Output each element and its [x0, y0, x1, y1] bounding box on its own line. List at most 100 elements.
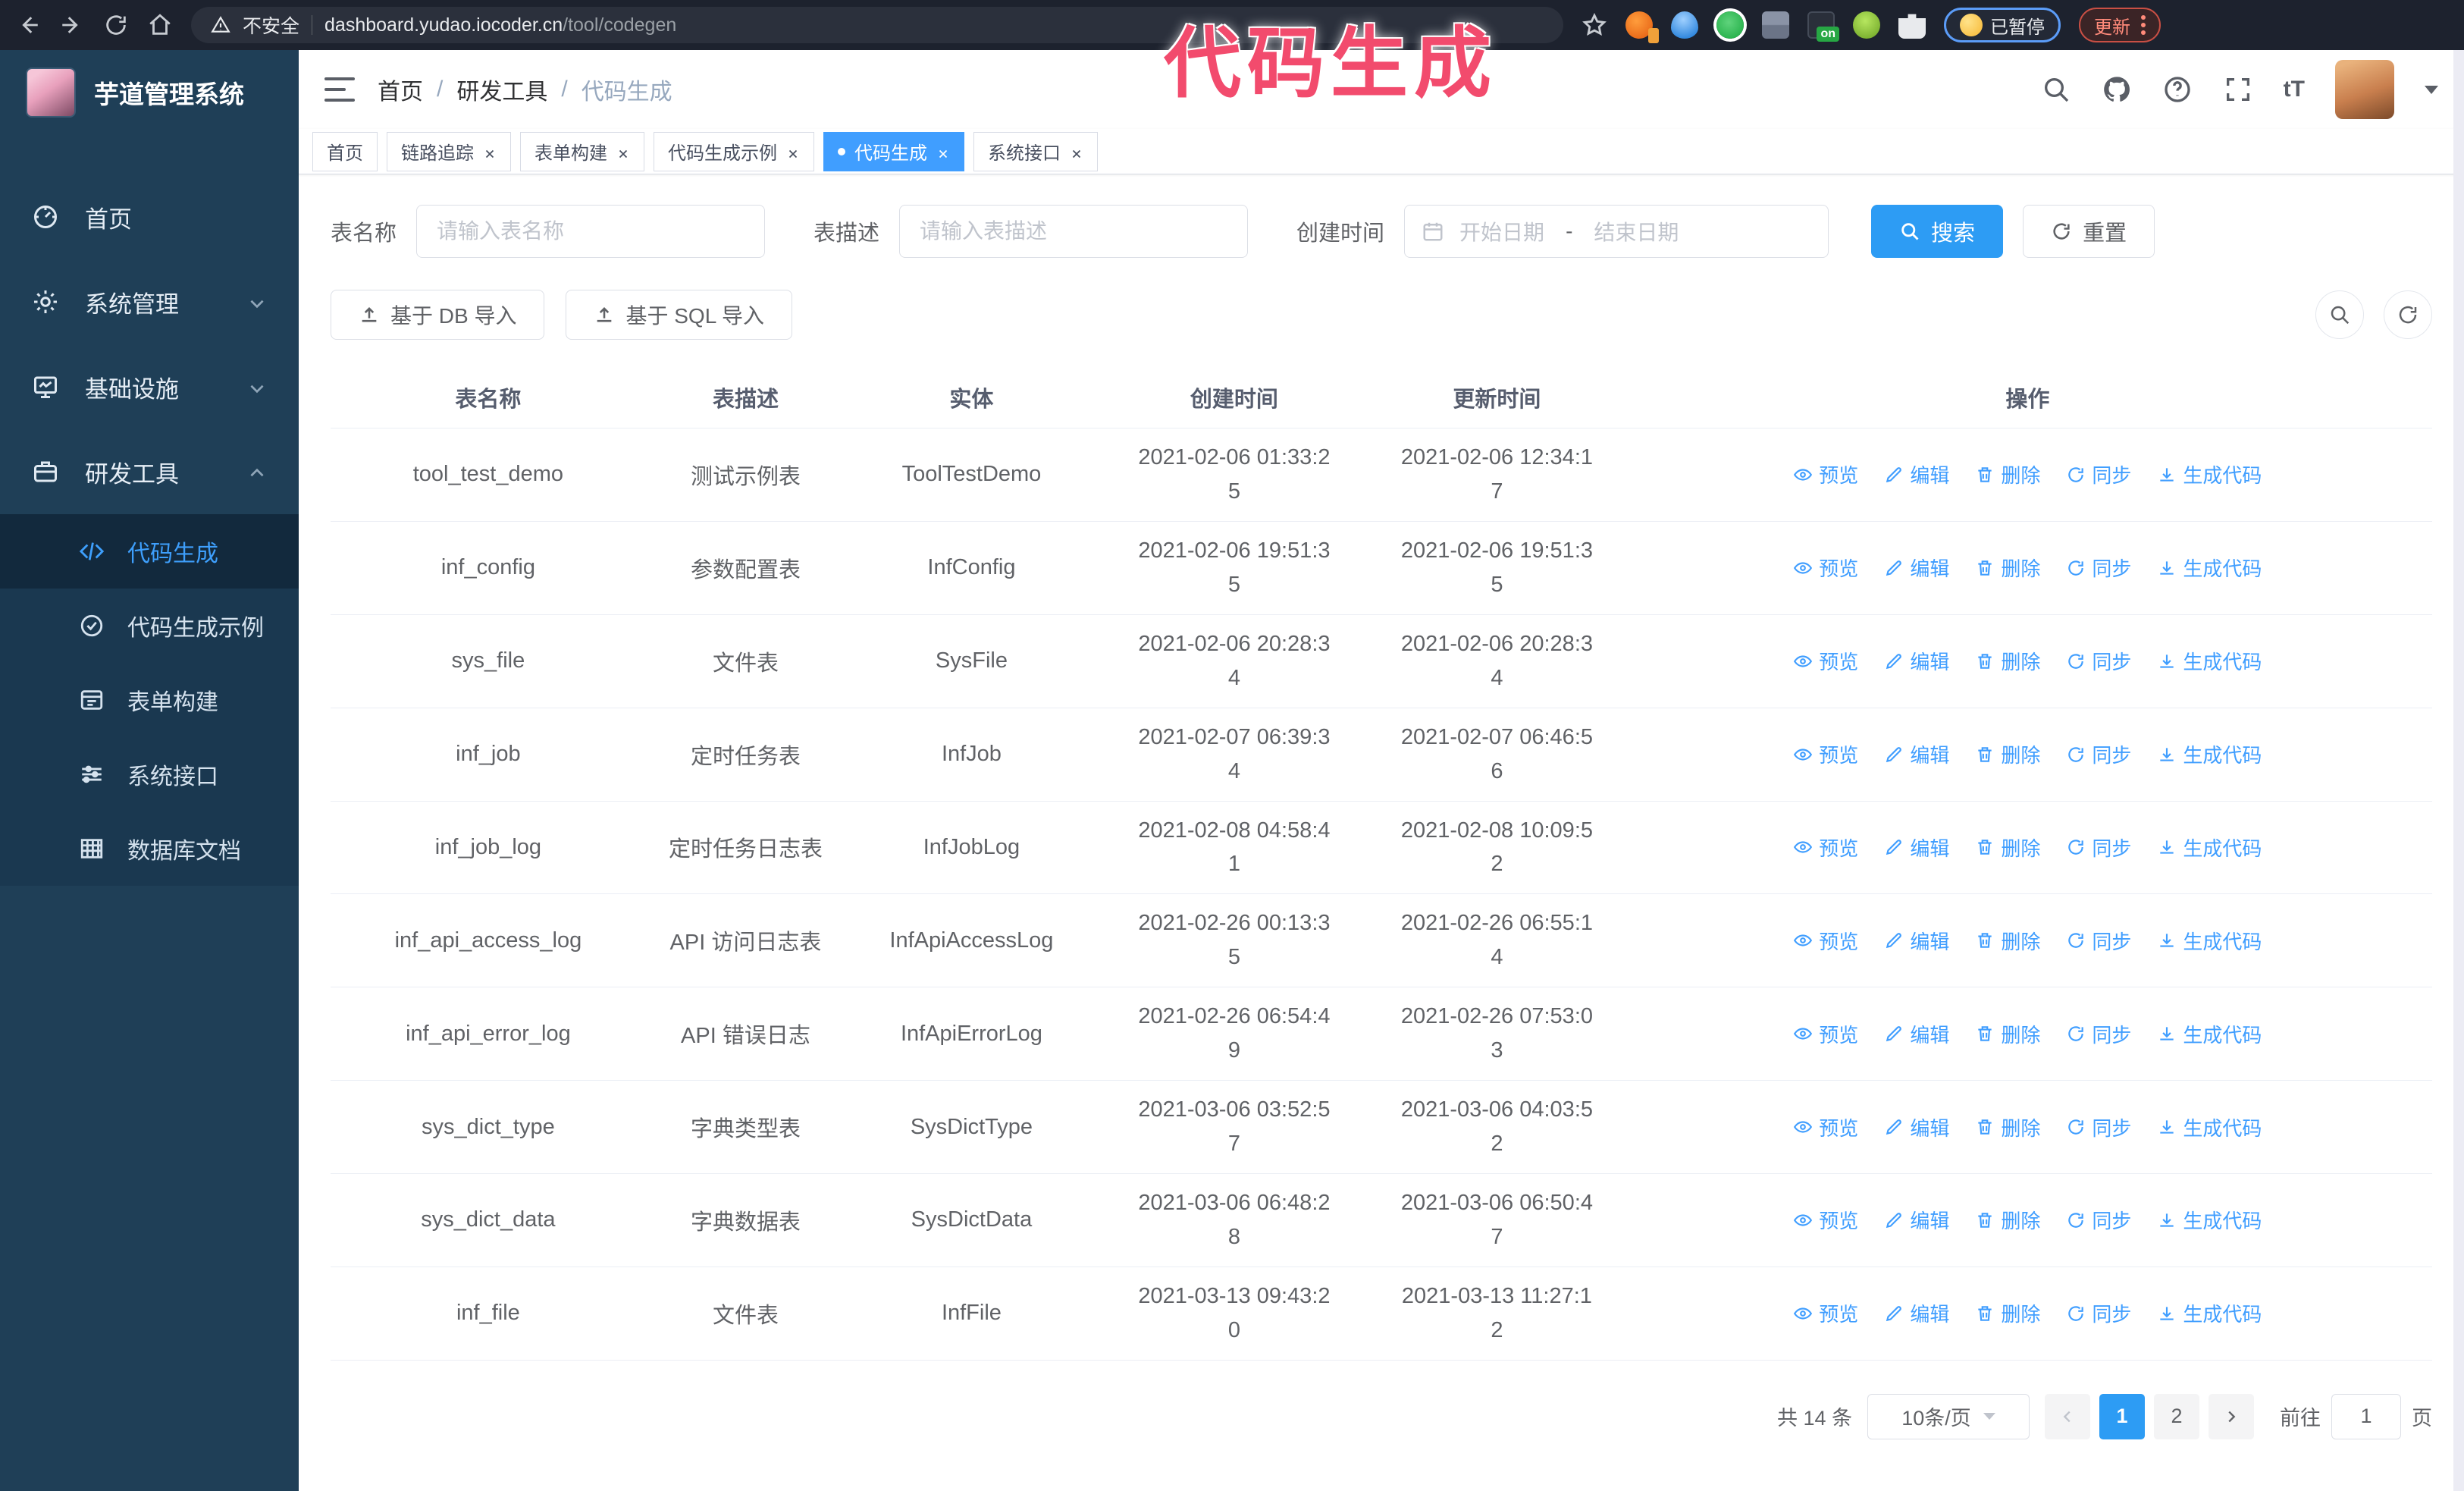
sync-link[interactable]: 同步 — [2066, 927, 2131, 955]
sync-link[interactable]: 同步 — [2066, 1113, 2131, 1141]
close-icon[interactable] — [936, 145, 950, 159]
extension-grid-icon[interactable] — [1762, 11, 1789, 39]
breadcrumb-home[interactable]: 首页 — [378, 73, 423, 106]
edit-link[interactable]: 编辑 — [1884, 1206, 1949, 1234]
delete-link[interactable]: 删除 — [1975, 740, 2040, 768]
preview-link[interactable]: 预览 — [1793, 927, 1858, 955]
preview-link[interactable]: 预览 — [1793, 1113, 1858, 1141]
edit-link[interactable]: 编辑 — [1884, 1020, 1949, 1048]
preview-link[interactable]: 预览 — [1793, 1020, 1858, 1048]
generate-code-link[interactable]: 生成代码 — [2157, 1299, 2262, 1327]
extension-green-bot-icon[interactable] — [1853, 11, 1880, 39]
forward-icon[interactable] — [59, 12, 85, 38]
table-name-input[interactable] — [416, 205, 766, 258]
toggle-search-button[interactable] — [2315, 290, 2364, 339]
sync-link[interactable]: 同步 — [2066, 740, 2131, 768]
date-range-picker[interactable]: 开始日期 - 结束日期 — [1404, 205, 1829, 258]
delete-link[interactable]: 删除 — [1975, 1113, 2040, 1141]
sync-link[interactable]: 同步 — [2066, 1206, 2131, 1234]
extension-on-badge-icon[interactable]: on — [1807, 11, 1839, 42]
edit-link[interactable]: 编辑 — [1884, 740, 1949, 768]
preview-link[interactable]: 预览 — [1793, 554, 1858, 582]
sync-link[interactable]: 同步 — [2066, 460, 2131, 488]
sync-link[interactable]: 同步 — [2066, 833, 2131, 862]
generate-code-link[interactable]: 生成代码 — [2157, 740, 2262, 768]
generate-code-link[interactable]: 生成代码 — [2157, 647, 2262, 675]
delete-link[interactable]: 删除 — [1975, 1020, 2040, 1048]
edit-link[interactable]: 编辑 — [1884, 554, 1949, 582]
close-icon[interactable] — [1070, 145, 1083, 159]
page-button-1[interactable]: 1 — [2099, 1393, 2145, 1439]
extension-orange-icon[interactable] — [1625, 11, 1659, 43]
prev-page-button[interactable] — [2045, 1393, 2090, 1439]
profile-paused-chip[interactable]: 已暂停 — [1944, 8, 2061, 42]
reload-icon[interactable] — [103, 12, 129, 38]
browser-menu-icon[interactable] — [2141, 15, 2146, 35]
generate-code-link[interactable]: 生成代码 — [2157, 1113, 2262, 1141]
github-icon[interactable] — [2102, 74, 2132, 105]
delete-link[interactable]: 删除 — [1975, 927, 2040, 955]
next-page-button[interactable] — [2209, 1393, 2254, 1439]
close-icon[interactable] — [616, 145, 630, 159]
sidebar-item-db-doc[interactable]: 数据库文档 — [0, 811, 299, 886]
import-sql-button[interactable]: 基于 SQL 导入 — [566, 290, 793, 340]
extensions-puzzle-icon[interactable] — [1898, 14, 1926, 39]
preview-link[interactable]: 预览 — [1793, 647, 1858, 675]
generate-code-link[interactable]: 生成代码 — [2157, 554, 2262, 582]
delete-link[interactable]: 删除 — [1975, 1299, 2040, 1327]
chrome-update-button[interactable]: 更新 — [2079, 8, 2161, 42]
home-icon[interactable] — [147, 12, 173, 38]
user-avatar[interactable] — [2335, 60, 2394, 119]
sync-link[interactable]: 同步 — [2066, 1020, 2131, 1048]
extension-green-check-icon[interactable] — [1716, 11, 1744, 39]
delete-link[interactable]: 删除 — [1975, 460, 2040, 488]
edit-link[interactable]: 编辑 — [1884, 1113, 1949, 1141]
preview-link[interactable]: 预览 — [1793, 833, 1858, 862]
edit-link[interactable]: 编辑 — [1884, 647, 1949, 675]
back-icon[interactable] — [15, 12, 41, 38]
delete-link[interactable]: 删除 — [1975, 647, 2040, 675]
sync-link[interactable]: 同步 — [2066, 554, 2131, 582]
sidebar-item-infrastructure[interactable]: 基础设施 — [0, 344, 299, 429]
preview-link[interactable]: 预览 — [1793, 1299, 1858, 1327]
sidebar-item-home[interactable]: 首页 — [0, 174, 299, 259]
search-button[interactable]: 搜索 — [1871, 205, 2004, 258]
reset-button[interactable]: 重置 — [2023, 205, 2155, 258]
tab-3[interactable]: 代码生成示例 — [654, 131, 814, 171]
generate-code-link[interactable]: 生成代码 — [2157, 460, 2262, 488]
edit-link[interactable]: 编辑 — [1884, 833, 1949, 862]
page-size-select[interactable]: 10条/页 — [1867, 1393, 2030, 1439]
sidebar-item-codegen-example[interactable]: 代码生成示例 — [0, 589, 299, 663]
generate-code-link[interactable]: 生成代码 — [2157, 1020, 2262, 1048]
tab-5[interactable]: 系统接口 — [973, 131, 1098, 171]
refresh-table-button[interactable] — [2384, 290, 2432, 339]
edit-link[interactable]: 编辑 — [1884, 927, 1949, 955]
delete-link[interactable]: 删除 — [1975, 554, 2040, 582]
sidebar-item-system-management[interactable]: 系统管理 — [0, 259, 299, 344]
tab-4[interactable]: 代码生成 — [823, 131, 964, 171]
edit-link[interactable]: 编辑 — [1884, 1299, 1949, 1327]
preview-link[interactable]: 预览 — [1793, 460, 1858, 488]
hamburger-icon[interactable] — [324, 77, 355, 102]
fullscreen-icon[interactable] — [2223, 74, 2253, 105]
page-button-2[interactable]: 2 — [2154, 1393, 2199, 1439]
sidebar-item-dev-tools[interactable]: 研发工具 — [0, 429, 299, 514]
generate-code-link[interactable]: 生成代码 — [2157, 1206, 2262, 1234]
sidebar-item-system-api[interactable]: 系统接口 — [0, 737, 299, 811]
tab-2[interactable]: 表单构建 — [520, 131, 644, 171]
close-icon[interactable] — [483, 145, 497, 159]
sync-link[interactable]: 同步 — [2066, 647, 2131, 675]
sidebar-item-form-builder[interactable]: 表单构建 — [0, 663, 299, 737]
extension-blue-drop-icon[interactable] — [1671, 11, 1698, 39]
edit-link[interactable]: 编辑 — [1884, 460, 1949, 488]
table-desc-input[interactable] — [899, 205, 1249, 258]
preview-link[interactable]: 预览 — [1793, 1206, 1858, 1234]
preview-link[interactable]: 预览 — [1793, 740, 1858, 768]
user-menu-caret-icon[interactable] — [2425, 85, 2438, 94]
address-bar[interactable]: 不安全 dashboard.yudao.iocoder.cn/tool/code… — [191, 7, 1563, 43]
generate-code-link[interactable]: 生成代码 — [2157, 927, 2262, 955]
window-scrollbar[interactable] — [2453, 50, 2464, 1491]
sidebar-item-codegen[interactable]: 代码生成 — [0, 514, 299, 589]
goto-page-input[interactable] — [2331, 1393, 2401, 1439]
font-size-icon[interactable]: tT — [2284, 77, 2305, 102]
